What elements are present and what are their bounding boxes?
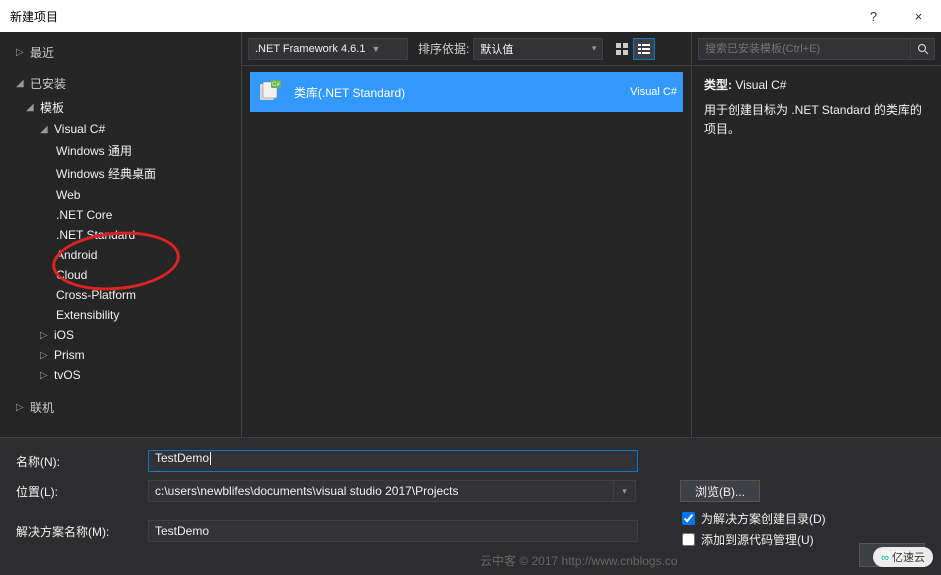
sidebar-item-windows-universal[interactable]: Windows 通用 <box>0 139 241 162</box>
source-control-checkbox[interactable]: 添加到源代码管理(U) <box>682 531 826 548</box>
sidebar-item-android[interactable]: Android <box>0 245 241 265</box>
bottom-form: 名称(N): TestDemo 位置(L): ▾ 浏览(B)... 解决方案名称… <box>0 437 941 572</box>
view-list-button[interactable] <box>633 38 655 60</box>
sidebar-item-net-core[interactable]: .NET Core <box>0 205 241 225</box>
search-input[interactable] <box>698 38 911 60</box>
right-panel: 类型: Visual C# 用于创建目标为 .NET Standard 的类库的… <box>691 32 941 437</box>
framework-dropdown[interactable]: .NET Framework 4.6.1 ▼ <box>248 38 408 60</box>
template-lang: Visual C# <box>630 86 677 98</box>
chevron-down-icon: ◢ <box>26 102 34 113</box>
center-panel: .NET Framework 4.6.1 ▼ 排序依据: 默认值 ▾ C# <box>242 32 691 437</box>
name-input[interactable]: TestDemo <box>148 450 638 472</box>
sidebar: ▷ 最近 ◢ 已安装 ◢ 模板 ◢ Visual C# Windows 通用 W… <box>0 32 242 437</box>
template-item-classlib[interactable]: C# 类库(.NET Standard) Visual C# <box>250 72 683 112</box>
type-line: 类型: Visual C# <box>704 76 929 95</box>
sidebar-item-windows-classic[interactable]: Windows 经典桌面 <box>0 162 241 185</box>
chevron-right-icon: ▷ <box>40 330 48 341</box>
help-button[interactable]: ? <box>851 0 896 32</box>
browse-button[interactable]: 浏览(B)... <box>680 480 760 502</box>
name-label: 名称(N): <box>16 453 148 470</box>
sidebar-recent[interactable]: ▷ 最近 <box>0 40 241 65</box>
sidebar-item-ios[interactable]: ▷ iOS <box>0 325 241 345</box>
watermark-text: 云中客 © 2017 http://www.cnblogs.co <box>480 552 678 569</box>
sidebar-online[interactable]: ▷ 联机 <box>0 395 241 420</box>
create-dir-checkbox[interactable]: 为解决方案创建目录(D) <box>682 510 826 527</box>
sidebar-installed[interactable]: ◢ 已安装 <box>0 71 241 96</box>
sidebar-item-extensibility[interactable]: Extensibility <box>0 305 241 325</box>
chevron-down-icon: ▼ <box>371 44 380 54</box>
main-area: ▷ 最近 ◢ 已安装 ◢ 模板 ◢ Visual C# Windows 通用 W… <box>0 32 941 437</box>
chevron-down-icon: ▾ <box>592 43 597 54</box>
sidebar-item-web[interactable]: Web <box>0 185 241 205</box>
solution-label: 解决方案名称(M): <box>16 523 148 540</box>
svg-text:C#: C# <box>272 82 280 88</box>
chevron-right-icon: ▷ <box>40 350 48 361</box>
sort-dropdown[interactable]: 默认值 ▾ <box>473 38 603 60</box>
close-button[interactable]: × <box>896 0 941 32</box>
sidebar-item-net-standard[interactable]: .NET Standard <box>0 225 241 245</box>
view-grid-button[interactable] <box>611 38 633 60</box>
classlib-icon: C# <box>256 78 284 106</box>
description-area: 类型: Visual C# 用于创建目标为 .NET Standard 的类库的… <box>692 66 941 150</box>
chevron-right-icon: ▷ <box>16 47 24 58</box>
location-input[interactable] <box>148 480 614 502</box>
template-list: C# 类库(.NET Standard) Visual C# <box>242 66 691 437</box>
solution-input[interactable] <box>148 520 638 542</box>
sidebar-item-prism[interactable]: ▷ Prism <box>0 345 241 365</box>
location-label: 位置(L): <box>16 483 148 500</box>
sidebar-item-tvos[interactable]: ▷ tvOS <box>0 365 241 385</box>
chevron-right-icon: ▷ <box>40 370 48 381</box>
chevron-right-icon: ▷ <box>16 402 24 413</box>
sidebar-item-cloud[interactable]: Cloud <box>0 265 241 285</box>
sidebar-template[interactable]: ◢ 模板 <box>0 96 241 119</box>
sidebar-item-cross-platform[interactable]: Cross-Platform <box>0 285 241 305</box>
watermark-logo: ∞ 亿速云 <box>873 547 933 567</box>
window-title: 新建项目 <box>10 8 58 25</box>
template-name: 类库(.NET Standard) <box>294 84 630 101</box>
search-box <box>692 32 941 66</box>
sort-label: 排序依据: <box>418 40 469 57</box>
description-text: 用于创建目标为 .NET Standard 的类库的项目。 <box>704 101 929 139</box>
chevron-down-icon: ◢ <box>40 124 48 135</box>
location-dropdown[interactable]: ▾ <box>614 480 636 502</box>
toolbar: .NET Framework 4.6.1 ▼ 排序依据: 默认值 ▾ <box>242 32 691 66</box>
sidebar-visual-csharp[interactable]: ◢ Visual C# <box>0 119 241 139</box>
titlebar: 新建项目 ? × <box>0 0 941 32</box>
search-icon[interactable] <box>911 38 935 60</box>
chevron-down-icon: ◢ <box>16 78 24 89</box>
